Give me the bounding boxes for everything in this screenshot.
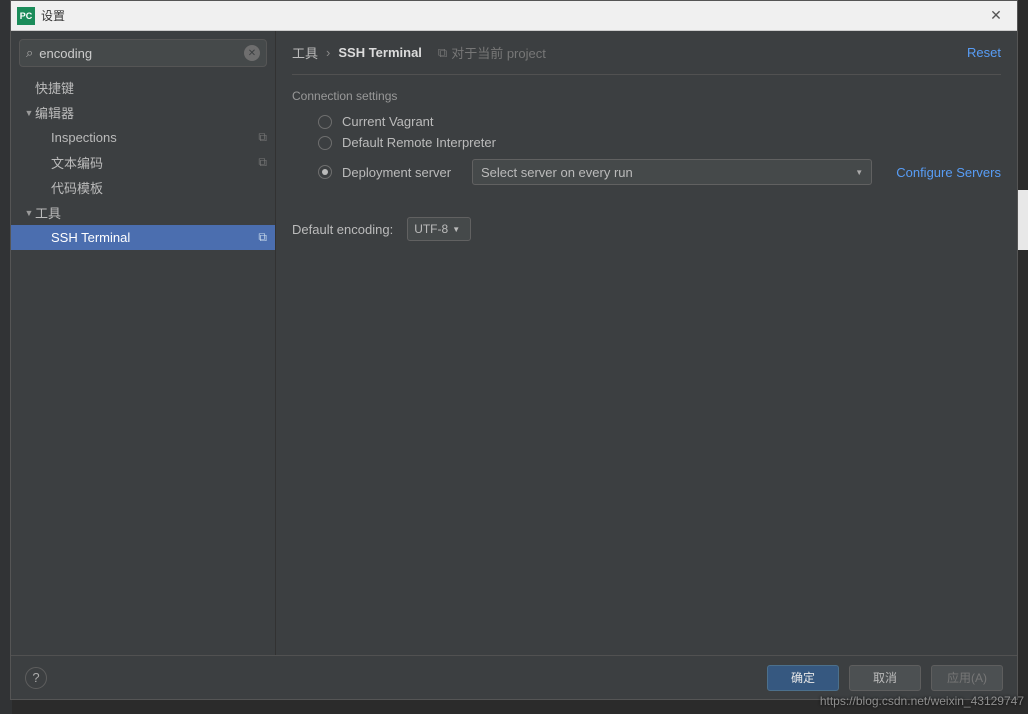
tree-label: 编辑器	[35, 103, 267, 122]
apply-button[interactable]: 应用(A)	[931, 665, 1003, 691]
watermark: https://blog.csdn.net/weixin_43129747	[820, 694, 1024, 708]
tree-label: 文本编码	[51, 153, 258, 172]
tree-item-ssh-terminal[interactable]: SSH Terminal ⧉	[11, 225, 275, 250]
encoding-label: Default encoding:	[292, 222, 393, 237]
search-input[interactable]	[39, 46, 244, 61]
tree-item-shortcuts[interactable]: 快捷键	[11, 75, 275, 100]
tree-item-code-templates[interactable]: 代码模板	[11, 175, 275, 200]
app-icon: PC	[17, 7, 35, 25]
copy-icon: ⧉	[258, 155, 267, 170]
copy-icon: ⧉	[258, 230, 267, 245]
chevron-down-icon: ▼	[23, 108, 35, 118]
tree-item-editor[interactable]: ▼ 编辑器	[11, 100, 275, 125]
dropdown-value: Select server on every run	[481, 165, 855, 180]
radio-icon	[318, 165, 332, 179]
hint-text: 对于当前 project	[451, 43, 546, 62]
radio-default-remote[interactable]: Default Remote Interpreter	[292, 132, 1001, 153]
radio-deployment-server[interactable]: Deployment server Select server on every…	[292, 153, 1001, 191]
dropdown-value: UTF-8	[414, 222, 448, 236]
dialog-body: ⌕ ✕ 快捷键 ▼ 编辑器 Inspections ⧉ 文本编码	[11, 31, 1017, 655]
search-icon: ⌕	[26, 45, 33, 61]
settings-dialog: PC 设置 ✕ ⌕ ✕ 快捷键 ▼ 编辑器 In	[10, 0, 1018, 700]
tree-label: SSH Terminal	[51, 230, 258, 245]
ok-button[interactable]: 确定	[767, 665, 839, 691]
dialog-title: 设置	[41, 7, 981, 24]
tree-label: Inspections	[51, 130, 258, 145]
configure-servers-link[interactable]: Configure Servers	[896, 165, 1001, 180]
radio-label: Default Remote Interpreter	[342, 135, 496, 150]
radio-label: Current Vagrant	[342, 114, 434, 129]
close-icon[interactable]: ✕	[981, 7, 1011, 24]
tree-label: 快捷键	[35, 78, 267, 97]
sidebar: ⌕ ✕ 快捷键 ▼ 编辑器 Inspections ⧉ 文本编码	[11, 31, 276, 655]
settings-tree: 快捷键 ▼ 编辑器 Inspections ⧉ 文本编码 ⧉ 代码模板	[11, 75, 275, 655]
connection-settings-title: Connection settings	[292, 89, 1001, 103]
reset-link[interactable]: Reset	[967, 45, 1001, 60]
tree-item-inspections[interactable]: Inspections ⧉	[11, 125, 275, 150]
tree-item-tools[interactable]: ▼ 工具	[11, 200, 275, 225]
cancel-button[interactable]: 取消	[849, 665, 921, 691]
copy-icon: ⧉	[438, 45, 447, 61]
bc-tools[interactable]: 工具	[292, 43, 318, 62]
tree-label: 工具	[35, 203, 267, 222]
chevron-down-icon: ▼	[23, 208, 35, 218]
tree-item-file-encodings[interactable]: 文本编码 ⧉	[11, 150, 275, 175]
copy-icon: ⧉	[258, 130, 267, 145]
help-button[interactable]: ?	[25, 667, 47, 689]
radio-icon	[318, 115, 332, 129]
radio-current-vagrant[interactable]: Current Vagrant	[292, 111, 1001, 132]
chevron-down-icon: ▼	[855, 168, 863, 177]
breadcrumb: 工具 › SSH Terminal ⧉ 对于当前 project Reset	[292, 43, 1001, 75]
dialog-footer: ? 确定 取消 应用(A)	[11, 655, 1017, 699]
default-encoding-row: Default encoding: UTF-8 ▼	[292, 217, 1001, 241]
chevron-down-icon: ▼	[452, 225, 460, 234]
titlebar: PC 设置 ✕	[11, 1, 1017, 31]
clear-search-icon[interactable]: ✕	[244, 45, 260, 61]
deployment-server-dropdown[interactable]: Select server on every run ▼	[472, 159, 872, 185]
encoding-dropdown[interactable]: UTF-8 ▼	[407, 217, 471, 241]
radio-label: Deployment server	[342, 165, 462, 180]
main-panel: 工具 › SSH Terminal ⧉ 对于当前 project Reset C…	[276, 31, 1017, 655]
bc-ssh-terminal: SSH Terminal	[338, 45, 422, 60]
project-scope-hint: ⧉ 对于当前 project	[438, 43, 546, 62]
tree-label: 代码模板	[51, 178, 267, 197]
search-input-wrap[interactable]: ⌕ ✕	[19, 39, 267, 67]
bc-separator: ›	[326, 45, 330, 60]
radio-icon	[318, 136, 332, 150]
